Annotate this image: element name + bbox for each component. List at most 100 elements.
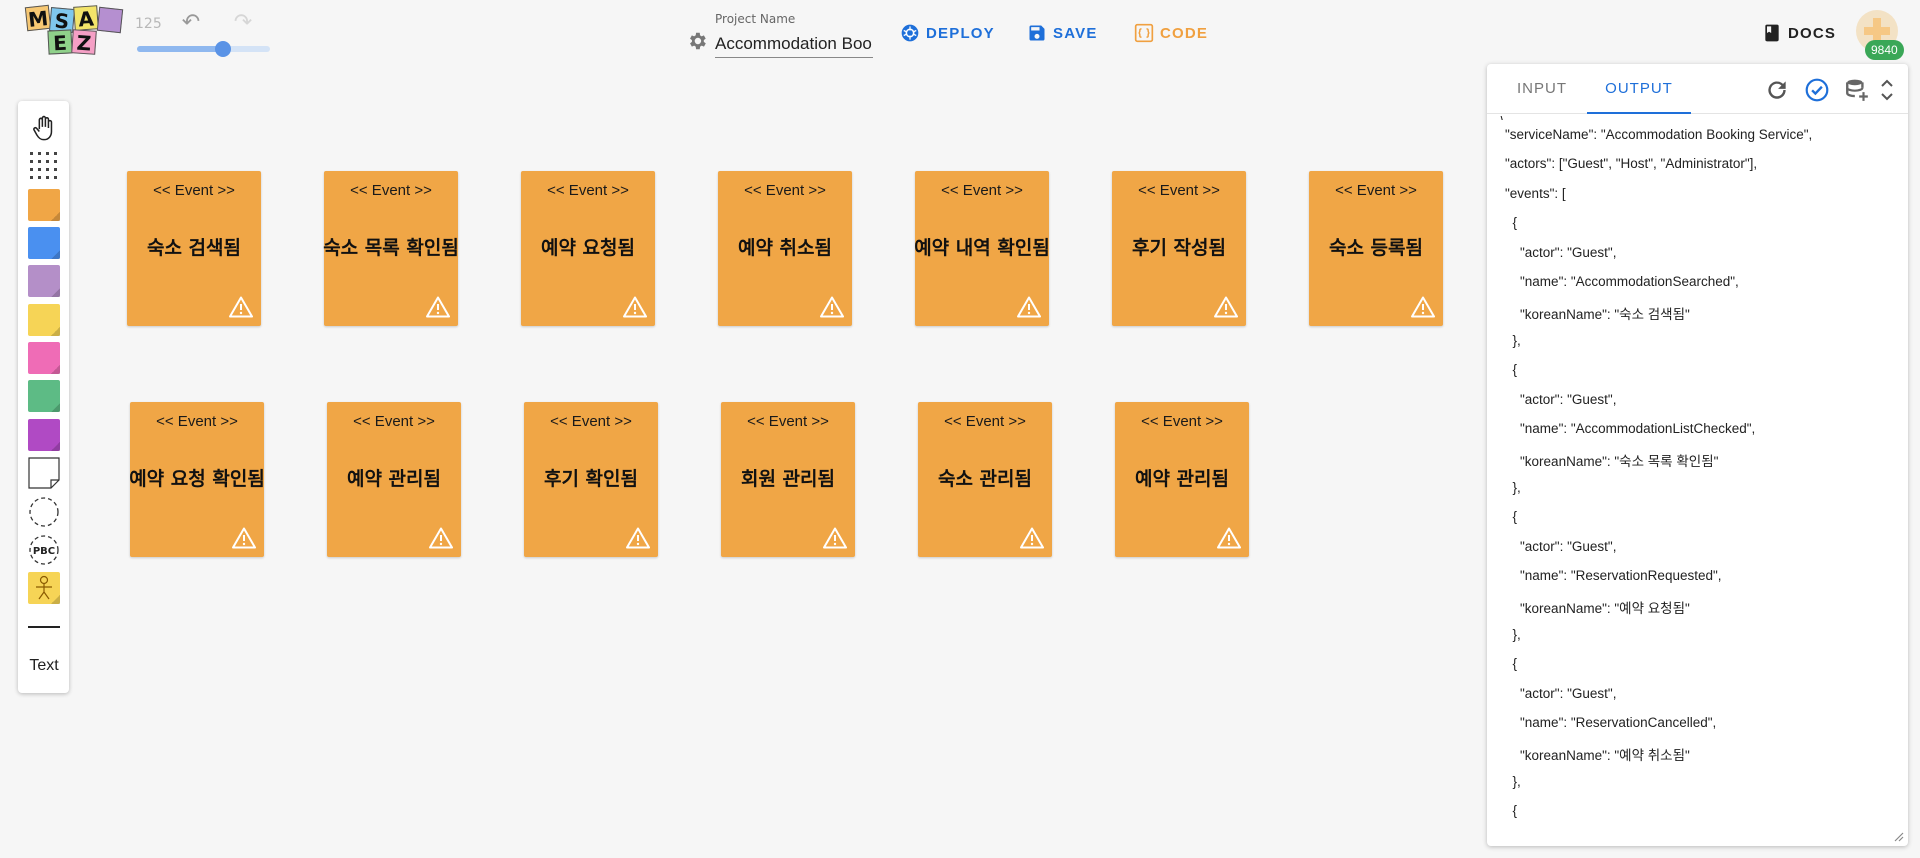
tab-output[interactable]: OUTPUT [1587, 64, 1691, 114]
refresh-icon[interactable] [1764, 77, 1790, 103]
credit-badge: 9840 [1865, 40, 1904, 60]
logo-letter-m: M [24, 4, 52, 32]
warning-icon[interactable] [232, 527, 256, 549]
event-stereotype: << Event >> [1335, 182, 1417, 199]
code-line: "koreanName": "숙소 검색됨" [1505, 307, 1690, 323]
code-button[interactable]: CODE [1134, 22, 1208, 44]
code-label: CODE [1160, 24, 1209, 42]
msaez-logo[interactable]: M S A E Z [24, 4, 124, 56]
zoom-level: 125 [135, 16, 162, 32]
event-sticker[interactable]: << Event >> 회원 관리됨 [721, 402, 855, 557]
undo-icon[interactable]: ↶ [178, 12, 204, 34]
gear-icon[interactable] [686, 30, 708, 52]
warning-icon[interactable] [429, 527, 453, 549]
tab-input[interactable]: INPUT [1497, 64, 1587, 114]
warning-icon[interactable] [1411, 296, 1435, 318]
issue-sticker-icon[interactable] [27, 418, 61, 452]
event-stereotype: << Event >> [156, 413, 238, 430]
event-stereotype: << Event >> [547, 182, 629, 199]
event-stereotype: << Event >> [550, 413, 632, 430]
check-circle-icon[interactable] [1804, 77, 1830, 103]
line-tool-icon[interactable] [27, 610, 61, 644]
external-sticker-icon[interactable] [27, 341, 61, 375]
event-stereotype: << Event >> [350, 182, 432, 199]
docs-label: DOCS [1788, 24, 1837, 42]
event-stereotype: << Event >> [744, 182, 826, 199]
code-line: { [1505, 362, 1518, 378]
code-line: "name": "ReservationCancelled", [1505, 715, 1717, 730]
warning-icon[interactable] [426, 296, 450, 318]
zoom-slider-fill [137, 46, 224, 52]
event-name: 숙소 목록 확인됨 [323, 237, 459, 259]
readmodel-sticker-icon[interactable] [27, 379, 61, 413]
warning-icon[interactable] [623, 296, 647, 318]
warning-icon[interactable] [229, 296, 253, 318]
hand-tool-icon[interactable] [27, 111, 61, 145]
warning-icon[interactable] [1214, 296, 1238, 318]
event-sticker[interactable]: << Event >> 예약 취소됨 [718, 171, 852, 326]
event-sticker-icon[interactable] [27, 188, 61, 222]
side-panel: INPUT OUTPUT \"serviceName": "Accommodat… [1487, 64, 1908, 846]
event-sticker[interactable]: << Event >> 숙소 검색됨 [127, 171, 261, 326]
code-line: }, [1505, 332, 1521, 348]
warning-icon[interactable] [626, 527, 650, 549]
code-line: "events": [ [1505, 185, 1566, 201]
warning-icon[interactable] [1020, 527, 1044, 549]
warning-icon[interactable] [1017, 296, 1041, 318]
event-sticker[interactable]: << Event >> 숙소 등록됨 [1309, 171, 1443, 326]
deploy-button[interactable]: DEPLOY [900, 22, 995, 44]
event-sticker[interactable]: << Event >> 예약 요청됨 [521, 171, 655, 326]
event-sticker[interactable]: << Event >> 예약 관리됨 [327, 402, 461, 557]
redo-icon[interactable]: ↷ [230, 12, 256, 34]
event-sticker[interactable]: << Event >> 예약 요청 확인됨 [129, 402, 265, 557]
event-stereotype: << Event >> [153, 182, 235, 199]
event-sticker[interactable]: << Event >> 숙소 목록 확인됨 [323, 171, 459, 326]
code-line: "koreanName": "숙소 목록 확인됨" [1505, 454, 1719, 470]
event-name: 숙소 검색됨 [146, 237, 241, 259]
project-name-input[interactable] [715, 30, 873, 58]
event-name: 후기 작성됨 [1131, 237, 1226, 259]
save-button[interactable]: SAVE [1027, 22, 1098, 44]
resize-handle-icon[interactable] [1892, 830, 1904, 842]
event-sticker[interactable]: << Event >> 예약 관리됨 [1115, 402, 1249, 557]
event-sticker[interactable]: << Event >> 예약 내역 확인됨 [914, 171, 1050, 326]
panel-tabs: INPUT OUTPUT [1487, 64, 1908, 114]
issue-sticker-swatch [28, 419, 60, 451]
event-sticker[interactable]: << Event >> 후기 작성됨 [1112, 171, 1246, 326]
code-line: \ [1499, 116, 1503, 123]
event-sticker[interactable]: << Event >> 숙소 관리됨 [918, 402, 1052, 557]
event-name: 후기 확인됨 [543, 468, 638, 490]
code-line: "name": "ReservationRequested", [1505, 568, 1722, 583]
code-line: }, [1505, 773, 1521, 789]
command-sticker-icon[interactable] [27, 226, 61, 260]
zoom-slider[interactable] [137, 41, 270, 57]
event-sticker[interactable]: << Event >> 후기 확인됨 [524, 402, 658, 557]
code-icon [1134, 23, 1154, 43]
actor-sticker-icon[interactable] [27, 571, 61, 605]
pbc-icon[interactable]: PBC [27, 533, 61, 567]
docs-button[interactable]: DOCS [1762, 22, 1836, 44]
output-code[interactable]: \"serviceName": "Accommodation Booking S… [1495, 116, 1899, 836]
warning-icon[interactable] [823, 527, 847, 549]
zoom-slider-thumb[interactable] [215, 41, 232, 57]
code-line: { [1505, 803, 1518, 819]
code-line: }, [1505, 626, 1521, 642]
code-line: "actor": "Guest", [1505, 391, 1617, 407]
aggregate-sticker-icon[interactable] [27, 303, 61, 337]
expand-collapse-icon[interactable] [1878, 77, 1896, 103]
database-plus-icon[interactable] [1844, 77, 1870, 103]
event-sticker-swatch [28, 189, 60, 221]
select-area-icon[interactable] [27, 149, 61, 183]
bounded-context-icon[interactable] [27, 495, 61, 529]
policy-sticker-icon[interactable] [27, 264, 61, 298]
code-line: }, [1505, 479, 1521, 495]
code-line: { [1505, 509, 1518, 525]
ui-sticker-icon[interactable] [27, 456, 61, 490]
text-tool[interactable]: Text [22, 649, 66, 683]
event-name: 회원 관리됨 [740, 468, 835, 490]
event-stereotype: << Event >> [747, 413, 829, 430]
warning-icon[interactable] [820, 296, 844, 318]
aggregate-sticker-swatch [28, 304, 60, 336]
code-line: "actor": "Guest", [1505, 685, 1617, 701]
warning-icon[interactable] [1217, 527, 1241, 549]
